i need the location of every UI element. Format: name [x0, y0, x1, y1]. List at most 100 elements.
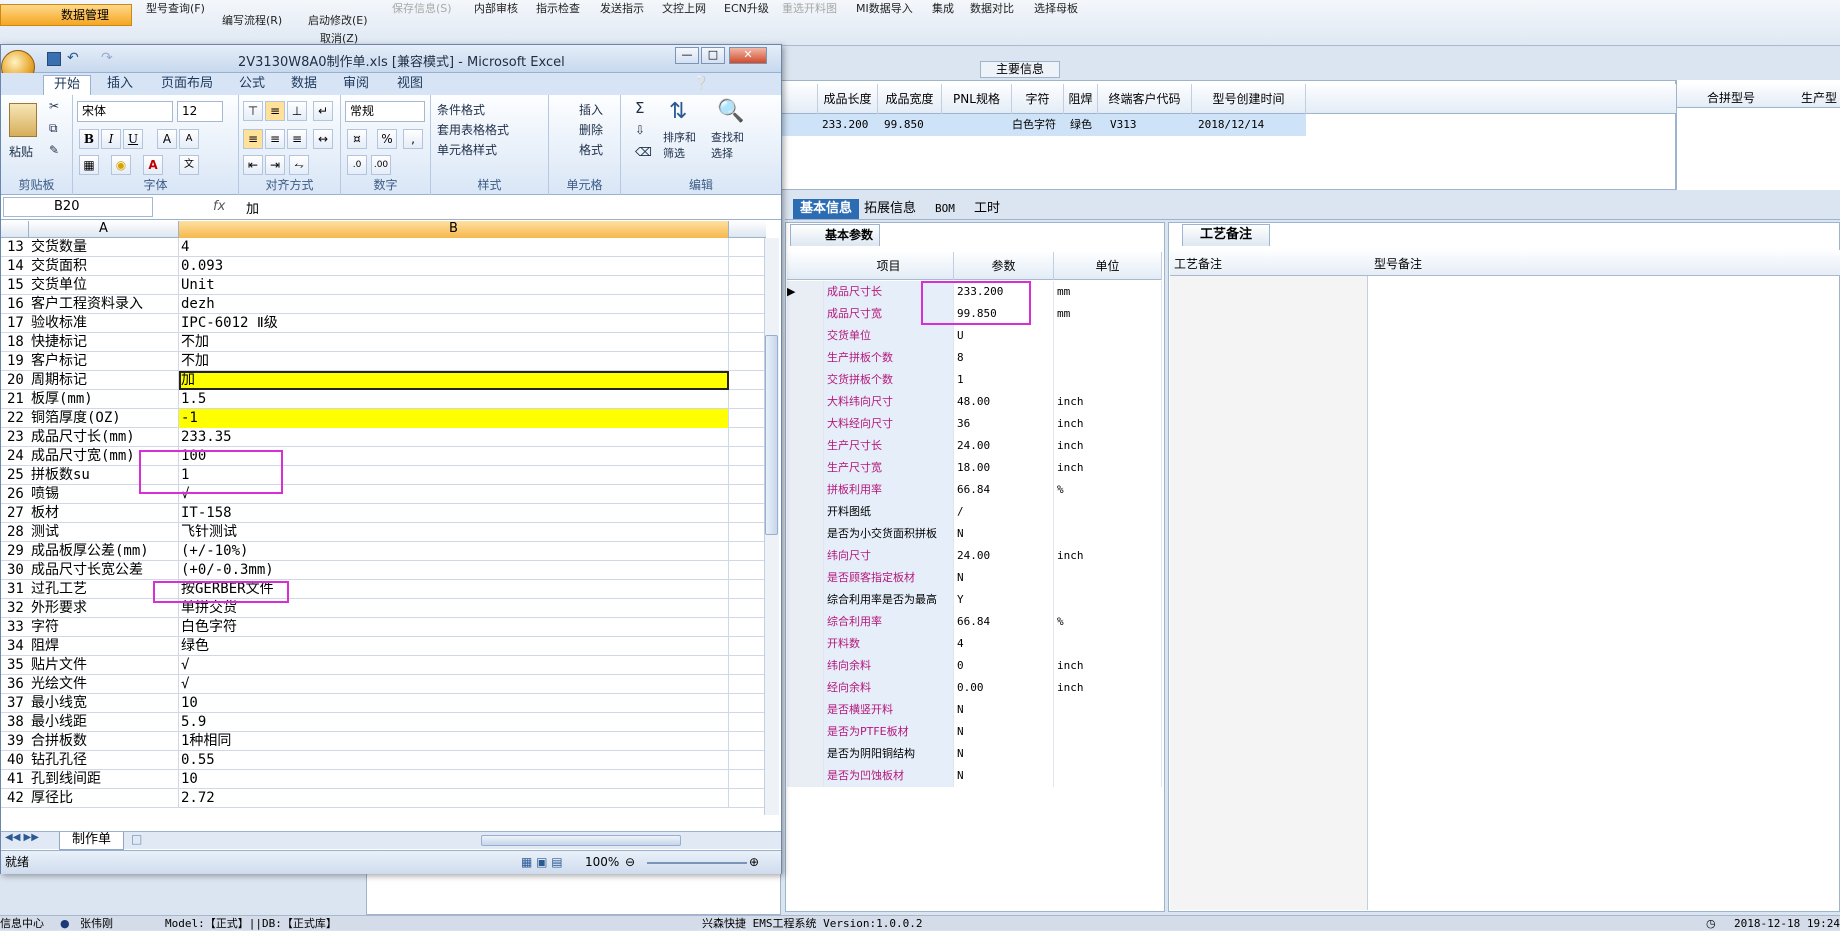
- production-header[interactable]: 生产型: [1801, 89, 1837, 106]
- cell-b[interactable]: dezh: [179, 295, 729, 314]
- param-row[interactable]: 是否为阴阳铜结构 N: [787, 743, 1162, 765]
- table-row[interactable]: 40 钻孔孔径 0.55: [1, 751, 766, 770]
- cell-b[interactable]: 不加: [179, 352, 729, 371]
- toolbar-integrate[interactable]: 集成: [932, 0, 954, 16]
- toolbar-write-flow[interactable]: 编写流程(R): [222, 12, 282, 28]
- font-name-select[interactable]: 宋体: [77, 101, 173, 122]
- decrease-decimal-icon[interactable]: .00: [371, 155, 391, 175]
- table-row[interactable]: 20 周期标记加: [1, 371, 766, 390]
- cell-a[interactable]: 铜箔厚度(OZ): [29, 409, 179, 428]
- param-row[interactable]: 纬向余料 0 inch: [787, 655, 1162, 677]
- currency-icon[interactable]: ¤: [347, 129, 367, 149]
- borders-icon[interactable]: ▦: [79, 155, 99, 175]
- table-row[interactable]: 22 铜箔厚度(OZ) -1: [1, 409, 766, 428]
- row-number[interactable]: 35: [1, 656, 29, 675]
- cell-a[interactable]: 贴片文件: [29, 656, 179, 675]
- row-number[interactable]: 21: [1, 390, 29, 409]
- find-select-icon[interactable]: 🔍: [717, 99, 744, 124]
- format-cells-button[interactable]: 格式: [579, 141, 603, 158]
- table-row[interactable]: 35 贴片文件 √: [1, 656, 766, 675]
- toolbar-select-board[interactable]: 选择母板: [1034, 0, 1078, 16]
- copy-icon[interactable]: ⧉: [49, 121, 58, 136]
- param-value[interactable]: U: [954, 325, 1054, 347]
- row-indicator[interactable]: [787, 435, 824, 457]
- row-indicator[interactable]: [787, 325, 824, 347]
- table-row[interactable]: 30 成品尺寸长宽公差 (+0/-0.3mm): [1, 561, 766, 580]
- table-row[interactable]: 17 验收标准 IPC-6012 Ⅱ级: [1, 314, 766, 333]
- cell-a[interactable]: 钻孔孔径: [29, 751, 179, 770]
- param-value[interactable]: 0: [954, 655, 1054, 677]
- param-value[interactable]: N: [954, 567, 1054, 589]
- cell-b[interactable]: 233.35: [179, 428, 729, 447]
- row-number[interactable]: 28: [1, 523, 29, 542]
- tab-basic-info[interactable]: 基本信息: [793, 199, 860, 219]
- row-indicator[interactable]: [787, 743, 824, 765]
- toolbar-start-modify[interactable]: 启动修改(E): [308, 12, 368, 28]
- table-row[interactable]: 39 合拼板数 1种相同: [1, 732, 766, 751]
- phonetic-icon[interactable]: 文: [179, 155, 199, 175]
- grid-header-length[interactable]: 成品长度: [818, 84, 878, 114]
- cell-b[interactable]: 绿色: [179, 637, 729, 656]
- cut-icon[interactable]: ✂: [49, 99, 59, 113]
- row-number[interactable]: 36: [1, 675, 29, 694]
- align-center-icon[interactable]: ≡: [265, 129, 285, 149]
- decrease-indent-icon[interactable]: ⇤: [243, 155, 263, 175]
- status-info-center[interactable]: 信息中心: [0, 916, 44, 931]
- row-indicator[interactable]: [787, 501, 824, 523]
- clear-icon[interactable]: ⌫: [635, 145, 652, 159]
- param-row[interactable]: 是否横竖开料 N: [787, 699, 1162, 721]
- row-indicator[interactable]: [787, 567, 824, 589]
- table-row[interactable]: 34 阻焊 绿色: [1, 637, 766, 656]
- param-value[interactable]: 66.84: [954, 611, 1054, 633]
- param-value[interactable]: N: [954, 765, 1054, 787]
- param-row[interactable]: 交货单位 U: [787, 325, 1162, 347]
- param-row[interactable]: 是否为PTFE板材 N: [787, 721, 1162, 743]
- row-number[interactable]: 17: [1, 314, 29, 333]
- param-value[interactable]: Y: [954, 589, 1054, 611]
- toolbar-check[interactable]: 指示检查: [536, 0, 580, 16]
- align-bottom-icon[interactable]: ⊥: [287, 101, 307, 121]
- row-number[interactable]: 30: [1, 561, 29, 580]
- help-icon[interactable]: ❔: [693, 75, 709, 95]
- cell-b[interactable]: 白色字符: [179, 618, 729, 637]
- row-number[interactable]: 32: [1, 599, 29, 618]
- tab-labor-hours[interactable]: 工时: [967, 199, 1007, 219]
- row-indicator[interactable]: [787, 413, 824, 435]
- cell-styles-button[interactable]: 单元格样式: [437, 141, 497, 158]
- table-row[interactable]: 21 板厚(mm) 1.5: [1, 390, 766, 409]
- table-row[interactable]: 19 客户标记 不加: [1, 352, 766, 371]
- row-number[interactable]: 38: [1, 713, 29, 732]
- main-info-grid-row[interactable]: 233.200 99.850 白色字符 绿色 V313 2018/12/14: [776, 114, 1306, 136]
- cell-a[interactable]: 阻焊: [29, 637, 179, 656]
- process-notes-area[interactable]: [1170, 276, 1368, 910]
- toolbar-reselect[interactable]: 重选开料图: [782, 0, 837, 16]
- param-row[interactable]: 开料数 4: [787, 633, 1162, 655]
- tab-extended-info[interactable]: 拓展信息: [857, 199, 923, 219]
- row-number[interactable]: 23: [1, 428, 29, 447]
- row-number[interactable]: 26: [1, 485, 29, 504]
- param-value[interactable]: 48.00: [954, 391, 1054, 413]
- cell-a[interactable]: 光绘文件: [29, 675, 179, 694]
- param-value[interactable]: 4: [954, 633, 1054, 655]
- row-indicator[interactable]: [787, 589, 824, 611]
- excel-titlebar[interactable]: ↶ ↷ 2V3130W8A0制作单.xls [兼容模式] - Microsoft…: [1, 45, 781, 73]
- insert-cells-button[interactable]: 插入: [579, 101, 603, 118]
- row-indicator[interactable]: [787, 699, 824, 721]
- italic-icon[interactable]: I: [101, 129, 121, 149]
- param-row[interactable]: 拼板利用率 66.84%: [787, 479, 1162, 501]
- toolbar-doc-upload[interactable]: 文控上网: [662, 0, 706, 16]
- row-number[interactable]: 14: [1, 257, 29, 276]
- undo-icon[interactable]: ↶: [67, 50, 79, 66]
- cell-b[interactable]: 0.093: [179, 257, 729, 276]
- param-value[interactable]: N: [954, 523, 1054, 545]
- row-indicator[interactable]: [787, 369, 824, 391]
- maximize-button[interactable]: □: [701, 47, 725, 64]
- row-number[interactable]: 33: [1, 618, 29, 637]
- cell-b[interactable]: 不加: [179, 333, 729, 352]
- param-row[interactable]: 是否顾客指定板材 N: [787, 567, 1162, 589]
- row-indicator[interactable]: [787, 655, 824, 677]
- cell-b[interactable]: 加: [179, 371, 729, 390]
- bold-icon[interactable]: B: [79, 129, 99, 149]
- cell-a[interactable]: 最小线宽: [29, 694, 179, 713]
- param-value[interactable]: 8: [954, 347, 1054, 369]
